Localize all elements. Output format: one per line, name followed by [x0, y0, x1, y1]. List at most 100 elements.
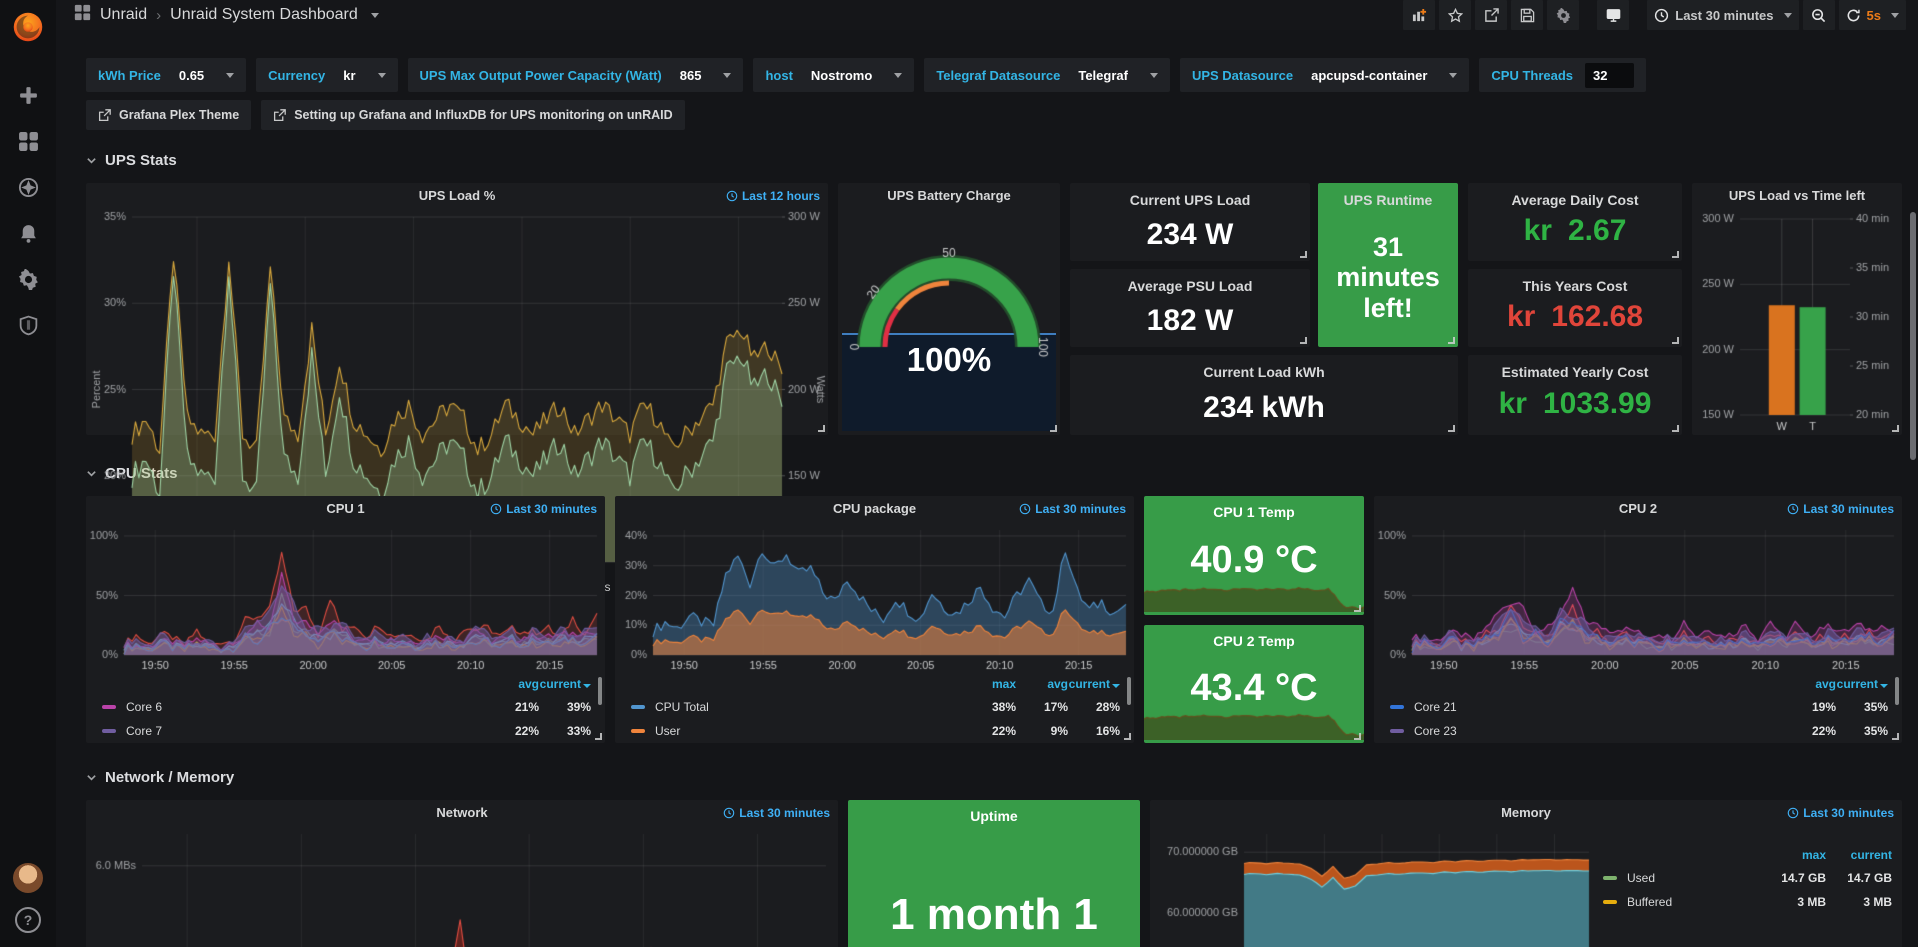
panel-resize-handle[interactable]: [1672, 425, 1679, 432]
zoom-out-time-button[interactable]: [1803, 0, 1835, 30]
panel-time-range[interactable]: Last 12 hours: [726, 183, 820, 209]
refresh-interval-label[interactable]: 5s: [1867, 8, 1881, 23]
stat-title[interactable]: UPS Runtime: [1344, 192, 1433, 208]
variable-value[interactable]: kr: [337, 63, 361, 88]
stat-title[interactable]: Average Daily Cost: [1511, 192, 1638, 208]
panel-resize-handle[interactable]: [1448, 425, 1455, 432]
page-scrollbar[interactable]: [1910, 212, 1916, 460]
legend-scrollbar[interactable]: [1127, 677, 1131, 705]
panel-title[interactable]: UPS Load %: [86, 183, 828, 209]
stat-title[interactable]: Estimated Yearly Cost: [1502, 364, 1649, 380]
panel-resize-handle[interactable]: [818, 425, 825, 432]
legend-label[interactable]: Core 7: [126, 724, 487, 738]
variable-dropdown[interactable]: Telegraf Datasource Telegraf: [924, 58, 1170, 92]
alerting-bell-icon[interactable]: [8, 210, 48, 256]
variable-dropdown[interactable]: UPS Max Output Power Capacity (Watt) 865: [408, 58, 744, 92]
variable-dropdown[interactable]: kWh Price 0.65: [86, 58, 246, 92]
variable-value[interactable]: 0.65: [173, 63, 210, 88]
legend-label[interactable]: Core 6: [126, 700, 487, 714]
panel-resize-handle[interactable]: [1300, 337, 1307, 344]
panel-title[interactable]: UPS Load vs Time left: [1692, 183, 1902, 209]
legend-label[interactable]: User: [655, 724, 964, 738]
network-chart[interactable]: [86, 826, 838, 947]
legend-sort-max[interactable]: max: [1760, 848, 1826, 862]
panel-resize-handle[interactable]: [1354, 733, 1361, 740]
panel-resize-handle[interactable]: [1448, 337, 1455, 344]
legend-label[interactable]: Core 21: [1414, 700, 1784, 714]
dashboard-settings-button[interactable]: [1547, 0, 1579, 30]
legend-scrollbar[interactable]: [598, 677, 602, 705]
panel-title[interactable]: UPS Battery Charge: [838, 183, 1060, 209]
legend-sort-avg[interactable]: avg: [487, 677, 539, 691]
panel-resize-handle[interactable]: [1050, 425, 1057, 432]
cpu2-chart[interactable]: [1374, 522, 1902, 673]
configuration-gear-icon[interactable]: [8, 256, 48, 302]
share-button[interactable]: [1475, 0, 1507, 30]
variable-value[interactable]: 865: [674, 63, 708, 88]
legend-label[interactable]: Used: [1627, 871, 1760, 885]
panel-resize-handle[interactable]: [1354, 605, 1361, 612]
variable-value[interactable]: apcupsd-container: [1305, 63, 1433, 88]
panel-resize-handle[interactable]: [1672, 337, 1679, 344]
legend-sort-current[interactable]: current: [539, 677, 591, 691]
stat-title[interactable]: This Years Cost: [1523, 278, 1628, 294]
stat-title[interactable]: CPU 1 Temp: [1213, 504, 1294, 520]
panel-time-range[interactable]: Last 30 minutes: [1019, 496, 1126, 522]
battery-gauge-chart[interactable]: [842, 209, 1056, 361]
panel-resize-handle[interactable]: [1124, 733, 1131, 740]
stat-title[interactable]: CPU 2 Temp: [1213, 633, 1294, 649]
dashboard-title[interactable]: Unraid System Dashboard: [170, 6, 358, 24]
refresh-interval-caret-icon[interactable]: [1891, 13, 1899, 18]
add-panel-button[interactable]: [1403, 0, 1435, 30]
cycle-view-mode-button[interactable]: [1597, 0, 1629, 30]
help-icon[interactable]: ?: [15, 907, 41, 933]
panel-resize-handle[interactable]: [1892, 425, 1899, 432]
legend-sort-current[interactable]: current: [1836, 677, 1888, 691]
section-header-network-memory[interactable]: Network / Memory: [86, 769, 1902, 786]
star-button[interactable]: [1439, 0, 1471, 30]
dashboard-link[interactable]: Setting up Grafana and InfluxDB for UPS …: [261, 100, 684, 130]
stat-title[interactable]: Uptime: [970, 808, 1017, 824]
dashboard-link[interactable]: Grafana Plex Theme: [86, 100, 251, 130]
explore-compass-icon[interactable]: [8, 164, 48, 210]
variable-dropdown[interactable]: Currency kr: [256, 58, 397, 92]
user-avatar[interactable]: [13, 863, 43, 893]
legend-sort-avg[interactable]: avg: [1784, 677, 1836, 691]
stat-title[interactable]: Average PSU Load: [1128, 278, 1253, 294]
legend-label[interactable]: Buffered: [1627, 895, 1760, 909]
panel-resize-handle[interactable]: [1892, 733, 1899, 740]
dashboards-icon[interactable]: [8, 118, 48, 164]
legend-sort-avg[interactable]: avg: [1016, 677, 1068, 691]
variable-dropdown[interactable]: CPU Threads 32: [1479, 58, 1645, 92]
legend-label[interactable]: Core 23: [1414, 724, 1784, 738]
legend-label[interactable]: CPU Total: [655, 700, 964, 714]
variable-value[interactable]: 32: [1585, 63, 1633, 88]
panel-resize-handle[interactable]: [1300, 251, 1307, 258]
legend-sort-current[interactable]: current: [1826, 848, 1892, 862]
legend-sort-current[interactable]: current: [1068, 677, 1120, 691]
variable-dropdown[interactable]: UPS Datasource apcupsd-container: [1180, 58, 1469, 92]
variable-dropdown[interactable]: host Nostromo: [753, 58, 914, 92]
section-header-ups[interactable]: UPS Stats: [86, 152, 1902, 169]
panel-time-range[interactable]: Last 30 minutes: [1787, 496, 1894, 522]
refresh-button[interactable]: 5s: [1839, 0, 1906, 30]
legend-scrollbar[interactable]: [1895, 677, 1899, 705]
variable-value[interactable]: Nostromo: [805, 63, 878, 88]
create-plus-icon[interactable]: [8, 72, 48, 118]
time-range-picker[interactable]: Last 30 minutes: [1647, 0, 1798, 30]
stat-title[interactable]: Current UPS Load: [1130, 192, 1251, 208]
panel-time-range[interactable]: Last 30 minutes: [490, 496, 597, 522]
server-admin-shield-icon[interactable]: [8, 302, 48, 348]
dashboard-title-caret-icon[interactable]: [371, 13, 379, 18]
memory-chart[interactable]: [1150, 826, 1595, 947]
stat-title[interactable]: Current Load kWh: [1203, 364, 1324, 380]
panel-time-range[interactable]: Last 30 minutes: [1787, 800, 1894, 826]
grafana-logo-icon[interactable]: [9, 8, 47, 46]
panel-resize-handle[interactable]: [595, 733, 602, 740]
variable-value[interactable]: Telegraf: [1072, 63, 1134, 88]
panel-resize-handle[interactable]: [1672, 251, 1679, 258]
cpu-package-chart[interactable]: [615, 522, 1134, 673]
breadcrumb-folder[interactable]: Unraid: [100, 6, 147, 24]
cpu1-chart[interactable]: [86, 522, 605, 673]
save-button[interactable]: [1511, 0, 1543, 30]
